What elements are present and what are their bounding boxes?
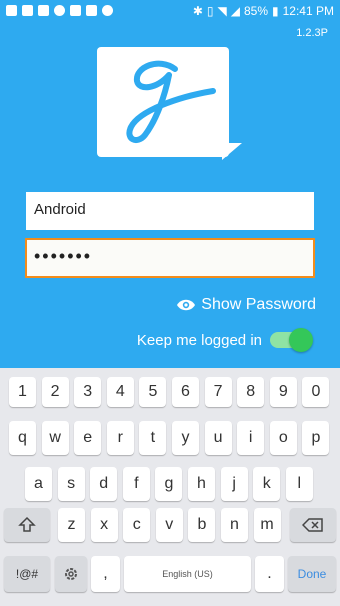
key-j[interactable]: j	[220, 467, 248, 501]
key-f[interactable]: f	[122, 467, 150, 501]
settings-key[interactable]	[55, 556, 87, 592]
key-l[interactable]: l	[285, 467, 313, 501]
symbols-key[interactable]: !@#	[4, 556, 50, 592]
key-d[interactable]: d	[90, 467, 118, 501]
backspace-icon	[302, 518, 323, 532]
signal-icon: ◢	[230, 4, 240, 18]
comma-key[interactable]: ,	[91, 556, 120, 592]
key-c[interactable]: c	[123, 508, 151, 542]
shift-arrow-icon	[18, 516, 36, 532]
key-w[interactable]: w	[41, 421, 69, 455]
key-6[interactable]: 6	[172, 377, 199, 407]
bluetooth-icon: ✱	[192, 4, 203, 18]
key-b[interactable]: b	[188, 508, 216, 542]
backspace-key[interactable]	[290, 508, 336, 542]
key-v[interactable]: v	[155, 508, 183, 542]
key-g[interactable]: g	[155, 467, 183, 501]
key-7[interactable]: 7	[204, 377, 232, 407]
done-key[interactable]: Done	[288, 556, 336, 592]
username-field[interactable]: Android	[26, 192, 314, 230]
key-o[interactable]: o	[269, 421, 297, 455]
show-password-label: Show Password	[201, 296, 316, 313]
wifi-icon: ◥	[217, 4, 227, 18]
vibrate-icon: ▯	[206, 4, 214, 18]
key-s[interactable]: s	[57, 467, 85, 501]
soft-keyboard: 1234567890 qwertyuiop asdfghjkl zxcvbnm …	[0, 368, 340, 606]
keep-logged-in-label: Keep me logged in	[136, 332, 262, 349]
eye-icon	[177, 299, 196, 311]
key-1[interactable]: 1	[9, 377, 36, 407]
key-z[interactable]: z	[58, 508, 85, 542]
badge-icon	[102, 5, 113, 16]
key-y[interactable]: y	[172, 421, 199, 455]
key-t[interactable]: t	[139, 421, 167, 455]
login-screen: ✱ ▯ ◥ ◢ 85% ▮ 12:41 PM 1.2.3P Android ••…	[0, 0, 340, 368]
status-bar: ✱ ▯ ◥ ◢ 85% ▮ 12:41 PM	[0, 0, 340, 24]
key-a[interactable]: a	[25, 467, 52, 501]
key-m[interactable]: m	[253, 508, 281, 542]
cloud-icon	[54, 5, 65, 16]
linkedin-icon	[22, 5, 33, 16]
key-u[interactable]: u	[204, 421, 232, 455]
password-field[interactable]: •••••••	[25, 238, 315, 278]
message-icon	[38, 5, 49, 16]
key-k[interactable]: k	[253, 467, 281, 501]
toggle-knob	[289, 328, 313, 352]
key-3[interactable]: 3	[74, 377, 102, 407]
shift-key[interactable]	[4, 508, 50, 542]
key-9[interactable]: 9	[269, 377, 297, 407]
shield-icon	[70, 5, 81, 16]
gear-icon	[65, 568, 77, 580]
show-password-button[interactable]: Show Password	[176, 296, 316, 314]
notification-icon	[6, 5, 17, 16]
key-i[interactable]: i	[237, 421, 265, 455]
key-h[interactable]: h	[188, 467, 215, 501]
app-logo	[97, 47, 229, 157]
key-5[interactable]: 5	[139, 377, 167, 407]
space-bar[interactable]: English (US)	[124, 556, 251, 592]
clock: 12:41 PM	[282, 4, 334, 18]
key-e[interactable]: e	[74, 421, 102, 455]
app-version: 1.2.3P	[296, 27, 328, 39]
g-logo-icon	[126, 60, 216, 144]
key-2[interactable]: 2	[41, 377, 69, 407]
key-x[interactable]: x	[90, 508, 118, 542]
status-right: ✱ ▯ ◥ ◢ 85% ▮ 12:41 PM	[193, 4, 334, 18]
key-n[interactable]: n	[221, 508, 248, 542]
gallery-icon	[86, 5, 97, 16]
key-r[interactable]: r	[106, 421, 134, 455]
key-0[interactable]: 0	[302, 377, 330, 407]
battery-icon: ▮	[272, 4, 279, 18]
key-p[interactable]: p	[302, 421, 330, 455]
key-8[interactable]: 8	[237, 377, 265, 407]
battery-text: 85%	[243, 4, 269, 18]
keep-logged-in-toggle[interactable]	[268, 327, 314, 353]
status-icons	[6, 5, 113, 16]
key-q[interactable]: q	[9, 421, 36, 455]
period-key[interactable]: .	[255, 556, 284, 592]
key-4[interactable]: 4	[106, 377, 134, 407]
